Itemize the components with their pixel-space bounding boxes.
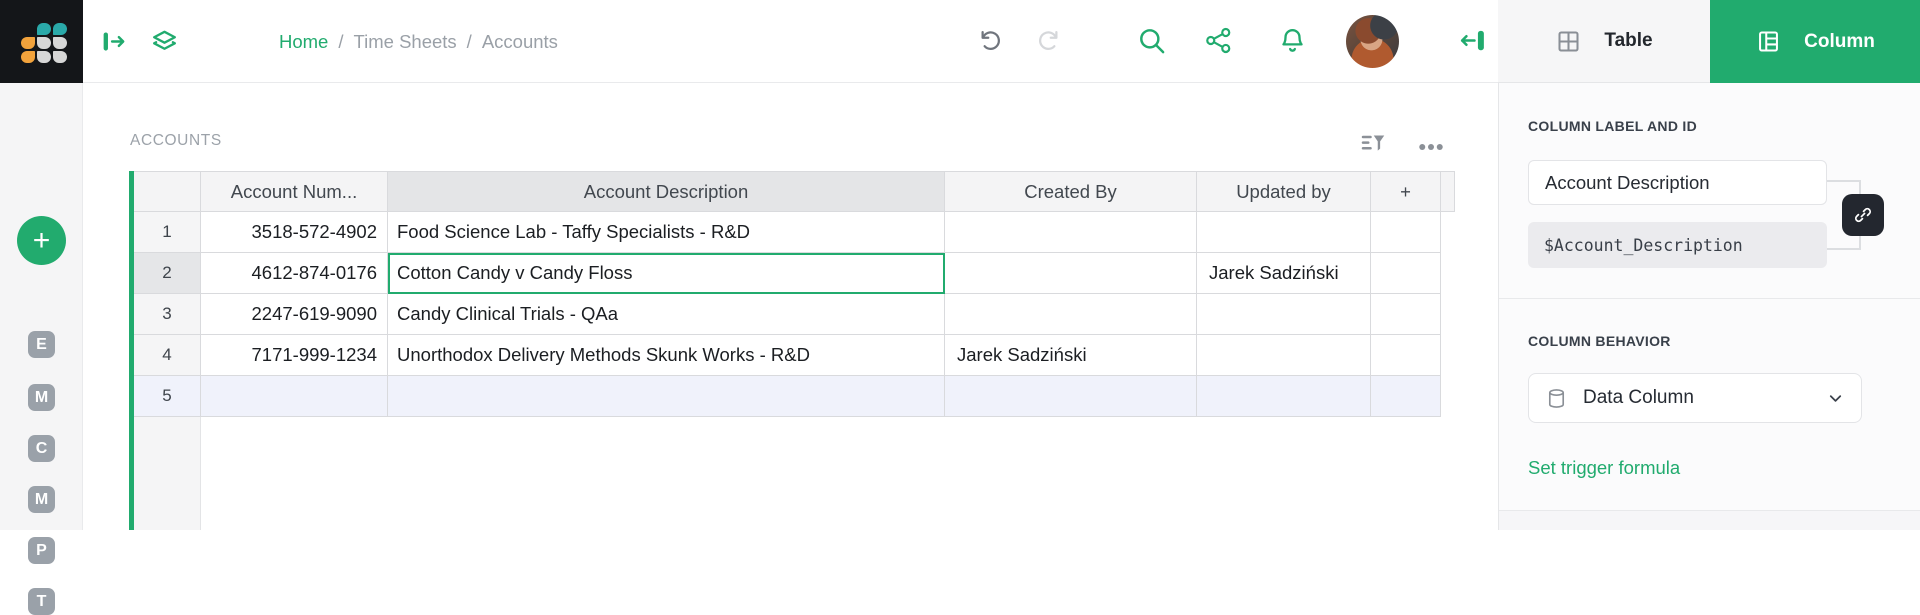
cell-account-number[interactable]: 7171-999-1234 <box>201 335 388 376</box>
column-header-rownum[interactable] <box>134 171 201 212</box>
cell-account-description[interactable] <box>388 376 945 417</box>
logo-petal <box>53 51 67 63</box>
cell-created-by[interactable] <box>945 253 1197 294</box>
cell-updated-by[interactable]: Jarek Sadziński <box>1197 253 1371 294</box>
cell-updated-by[interactable] <box>1197 212 1371 253</box>
cell-account-number[interactable]: 3518-572-4902 <box>201 212 388 253</box>
column-behavior-dropdown[interactable]: Data Column <box>1528 373 1862 423</box>
cell-extra[interactable] <box>1371 335 1441 376</box>
logo-petal <box>53 23 67 35</box>
cell-account-number[interactable]: 4612-874-0176 <box>201 253 388 294</box>
row-number[interactable]: 5 <box>134 376 201 417</box>
cell-extra[interactable] <box>1371 253 1441 294</box>
bracket-line <box>1827 180 1861 182</box>
breadcrumb-separator: / <box>338 31 343 53</box>
search-icon[interactable] <box>1136 25 1167 56</box>
cell-created-by[interactable]: Jarek Sadziński <box>945 335 1197 376</box>
stack-badge-p[interactable]: P <box>28 537 55 564</box>
breadcrumb-item-accounts[interactable]: Accounts <box>482 31 558 53</box>
column-icon <box>1755 28 1782 55</box>
column-behavior-section-title: COLUMN BEHAVIOR <box>1528 333 1671 349</box>
cell-created-by[interactable] <box>945 376 1197 417</box>
share-icon[interactable] <box>1204 26 1233 55</box>
cell-account-description[interactable]: Candy Clinical Trials - QAa <box>388 294 945 335</box>
stack-badge-c[interactable]: C <box>28 435 55 462</box>
tab-column-label: Column <box>1804 31 1875 53</box>
breadcrumb-home-link[interactable]: Home <box>279 31 328 53</box>
column-header-created-by[interactable]: Created By <box>945 171 1197 212</box>
panel-divider <box>1499 298 1920 299</box>
column-id-field[interactable]: $Account_Description <box>1528 222 1827 268</box>
column-header-spacer <box>1441 171 1455 212</box>
tab-table-label: Table <box>1604 30 1652 52</box>
logo-petal <box>21 37 35 49</box>
cell-account-description[interactable]: Food Science Lab - Taffy Specialists - R… <box>388 212 945 253</box>
stack-badge-e[interactable]: E <box>28 331 55 358</box>
user-avatar[interactable] <box>1346 15 1399 68</box>
column-behavior-value: Data Column <box>1583 387 1694 409</box>
top-bar: Home / Time Sheets / Accounts <box>83 0 1498 83</box>
cell-account-number[interactable]: 2247-619-9090 <box>201 294 388 335</box>
tab-column[interactable]: Column <box>1710 0 1920 83</box>
cell-created-by[interactable] <box>945 212 1197 253</box>
cell-extra[interactable] <box>1371 212 1441 253</box>
row-number[interactable]: 4 <box>134 335 201 376</box>
set-trigger-formula-link[interactable]: Set trigger formula <box>1528 457 1680 479</box>
left-sidebar: + E M C M P T <box>0 83 83 530</box>
cell-extra[interactable] <box>1371 294 1441 335</box>
table-accent-bar <box>129 171 134 530</box>
cell-account-number[interactable] <box>201 376 388 417</box>
app-logo[interactable] <box>0 0 83 83</box>
column-label-section-title: COLUMN LABEL AND ID <box>1528 118 1697 134</box>
filter-sort-icon[interactable] <box>1358 128 1388 158</box>
column-header-account-number[interactable]: Account Num... <box>201 171 388 212</box>
row-gutter <box>134 417 201 530</box>
row-number[interactable]: 1 <box>134 212 201 253</box>
stack-badge-t[interactable]: T <box>28 588 55 615</box>
logo-petal <box>37 37 51 49</box>
more-options-icon[interactable] <box>1416 132 1446 162</box>
logo-petal <box>37 51 51 63</box>
breadcrumb: Home / Time Sheets / Accounts <box>279 0 558 83</box>
cell-updated-by[interactable] <box>1197 376 1371 417</box>
view-title: ACCOUNTS <box>130 132 222 150</box>
redo-icon[interactable] <box>1035 27 1062 54</box>
database-icon <box>1545 387 1568 410</box>
row-number[interactable]: 2 <box>134 253 201 294</box>
stack-badge-m2[interactable]: M <box>28 486 55 513</box>
cell-updated-by[interactable] <box>1197 335 1371 376</box>
add-stack-button[interactable]: + <box>17 216 66 265</box>
sidebar-expand-icon[interactable] <box>100 27 129 56</box>
row-number[interactable]: 3 <box>134 294 201 335</box>
breadcrumb-separator: / <box>467 31 472 53</box>
logo-petal <box>53 37 67 49</box>
table-grid-icon <box>1555 28 1582 55</box>
column-header-updated-by[interactable]: Updated by <box>1197 171 1371 212</box>
tab-table[interactable]: Table <box>1498 0 1710 83</box>
cell-updated-by[interactable] <box>1197 294 1371 335</box>
column-header-account-description[interactable]: Account Description <box>388 171 945 212</box>
logo-petal <box>37 23 51 35</box>
cell-account-description-selected[interactable]: Cotton Candy v Candy Floss <box>388 253 945 294</box>
bracket-line <box>1827 248 1861 250</box>
panel-footer <box>1499 511 1920 530</box>
chevron-down-icon <box>1826 389 1845 408</box>
cell-created-by[interactable] <box>945 294 1197 335</box>
logo-petal <box>21 51 35 63</box>
undo-icon[interactable] <box>977 27 1004 54</box>
cell-extra[interactable] <box>1371 376 1441 417</box>
notifications-bell-icon[interactable] <box>1277 25 1308 56</box>
cell-account-description[interactable]: Unorthodox Delivery Methods Skunk Works … <box>388 335 945 376</box>
collapse-panel-icon[interactable] <box>1457 25 1488 56</box>
stack-layers-icon[interactable] <box>149 26 180 57</box>
add-column-button[interactable]: + <box>1371 171 1441 212</box>
link-label-id-button[interactable] <box>1842 194 1884 236</box>
stack-badge-m1[interactable]: M <box>28 384 55 411</box>
breadcrumb-item-timesheets[interactable]: Time Sheets <box>354 31 457 53</box>
column-label-input[interactable]: Account Description <box>1528 160 1827 205</box>
